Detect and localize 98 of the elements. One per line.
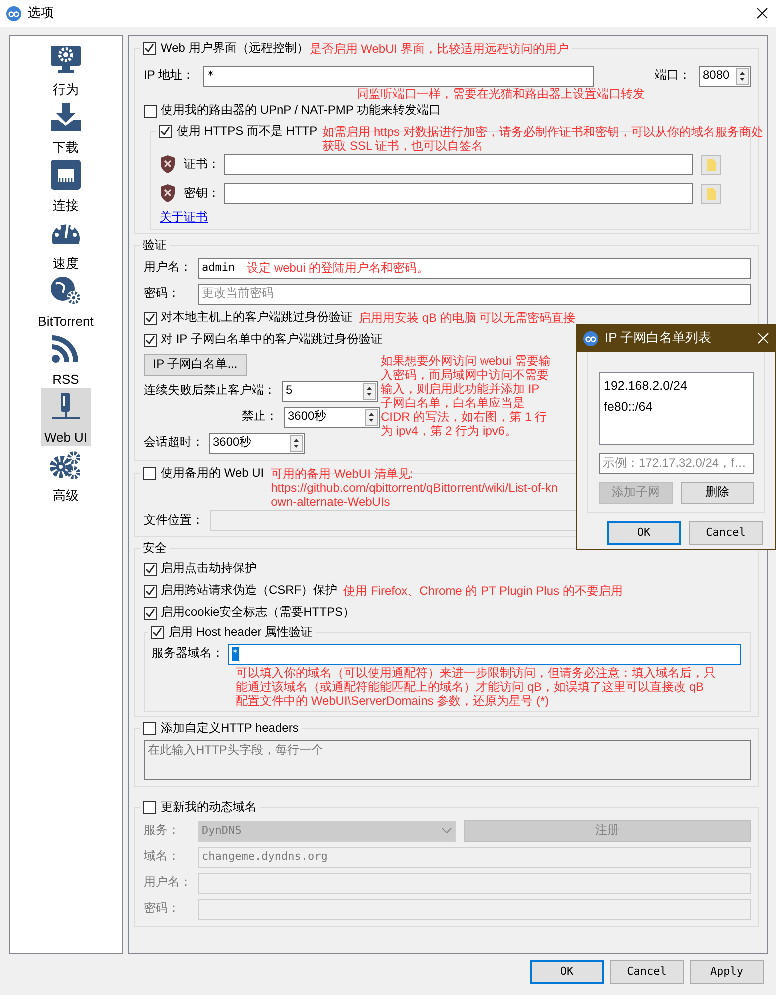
sidebar-item[interactable]: Web UI [41, 388, 91, 446]
sidebar-item[interactable]: 下载 [41, 98, 91, 156]
spin-arrows-icon[interactable] [736, 68, 749, 84]
caret-icon [442, 828, 452, 834]
annotation-note: 可用的备用 WebUI 清单见: https://github.com/qbittorrent/qBittorrent/wiki/List-of-known-alternate-WebUIs [271, 466, 559, 508]
field-label: 连续失败后禁止客户端： [144, 383, 276, 399]
checkbox[interactable] [143, 467, 156, 480]
sidebar-item[interactable]: 速度 [41, 214, 91, 272]
checkbox[interactable] [144, 312, 157, 324]
field-label: 证书： [184, 156, 220, 172]
checkbox[interactable] [143, 801, 156, 814]
checkbox-label: 对本地主机上的客户端跳过身份验证 [161, 310, 353, 326]
field-label: 密码： [144, 286, 181, 302]
shield-icon [160, 184, 176, 203]
checkbox[interactable] [159, 125, 172, 138]
checkbox[interactable] [144, 562, 157, 576]
spin-arrows-icon[interactable] [363, 382, 376, 400]
list-item[interactable]: 192.168.2.0/24 [604, 376, 749, 397]
checkbox[interactable] [144, 104, 157, 118]
field-label: 用户名： [144, 260, 193, 276]
download-icon [50, 102, 82, 132]
whitelist-button[interactable]: IP 子网白名单... [144, 354, 247, 376]
sidebar-item[interactable]: 行为 [41, 40, 91, 98]
app-icon [6, 6, 22, 22]
close-icon[interactable] [757, 8, 768, 19]
dialog-button[interactable]: Cancel [689, 521, 763, 545]
checkbox-label: 添加自定义HTTP headers [161, 720, 299, 736]
checkbox-label: 启用cookie安全标志（需要HTTPS） [161, 605, 356, 621]
globe-gear-icon [50, 276, 82, 306]
annotation-note: 如需启用 https 对数据进行加密，请务必制作证书和密钥，可以从你的域名服务商处获取 SSL 证书，也可以自签名 [322, 124, 764, 152]
spin-box[interactable]: 3600秒 [284, 406, 380, 428]
field-label: 会话超时： [144, 435, 204, 451]
annotation-note: 使用 Firefox、Chrome 的 PT Plugin Plus 的不要启用 [344, 584, 623, 598]
link[interactable]: 关于证书 [160, 210, 208, 226]
spin-arrows-icon[interactable] [365, 408, 378, 426]
field-label: 服务： [144, 823, 181, 839]
checkbox-label: 对 IP 子网白名单中的客户端跳过身份验证 [161, 332, 383, 348]
checkbox-label: Web 用户界面（远程控制） [161, 40, 309, 56]
annotation-note: 可以填入你的域名（可以使用通配符）来进一步限制访问，但请务必注意：填入域名后，只能通过该域名（或通配符能能匹配上的域名）才能访问 qB，如误填了这里可以直接改 qB 配置文件中的 WebUI\ServerDomains 参数，还原为星号 (*) [236, 666, 716, 708]
shield-icon [160, 155, 176, 174]
spin-box[interactable]: 5 [282, 380, 378, 402]
gears-icon [50, 450, 82, 480]
sidebar-item[interactable]: 高级 [41, 446, 91, 504]
checkbox-label: 启用 Host header 属性验证 [169, 624, 314, 640]
spin-box[interactable]: 3600秒 [209, 432, 305, 454]
dialog-button[interactable]: Cancel [610, 960, 684, 984]
window-title: 选项 [28, 5, 54, 22]
checkbox[interactable] [143, 722, 156, 735]
spin-box[interactable]: 8080 [699, 66, 751, 86]
usb-stick-icon [50, 392, 82, 422]
ip-address-field[interactable]: * [203, 66, 594, 86]
annotation-note: 同监听端口一样，需要在光猫和路由器上设置端口转发 [357, 87, 645, 101]
field-label: IP 地址： [144, 68, 194, 84]
certificate-field[interactable] [224, 154, 693, 175]
checkbox-label: 更新我的动态域名 [161, 800, 257, 816]
dialog-button[interactable]: OK [607, 521, 681, 545]
field-label: 域名： [144, 849, 181, 865]
field-label: 文件位置： [144, 512, 205, 528]
password-field[interactable] [198, 898, 751, 920]
dialog-button[interactable]: Apply [690, 960, 764, 984]
annotation-note: 启用用安装 qB 的电脑 可以无需密码直接 [359, 311, 576, 325]
delete-button[interactable]: 删除 [680, 482, 754, 504]
field-label: 密码： [144, 901, 181, 917]
checkbox[interactable] [144, 584, 157, 598]
dialog-title: IP 子网白名单列表 [605, 330, 712, 347]
field-label: 用户名： [144, 875, 193, 891]
username-field[interactable] [198, 872, 751, 894]
sidebar-item[interactable]: 连接 [41, 156, 91, 214]
annotation-note: 是否启用 WebUI 界面，比较适用远程访问的用户 [310, 42, 569, 56]
group-title: 验证 [143, 238, 167, 254]
annotation-note: 设定 webui 的登陆用户名和密码。 [247, 261, 430, 275]
field-label: 密钥： [184, 186, 220, 202]
checkbox-label: 使用备用的 Web UI [161, 466, 264, 482]
checkbox[interactable] [143, 42, 156, 55]
checkbox-label: 启用跨站请求伪造（CSRF）保护 [161, 583, 338, 599]
field-label: 端口： [655, 68, 691, 84]
app-icon [583, 330, 599, 346]
sidebar-item[interactable]: RSS [41, 330, 91, 388]
checkbox[interactable] [144, 334, 157, 346]
checkbox-label: 使用 HTTPS 而不是 HTTP [177, 124, 318, 140]
network-port-icon [50, 160, 82, 190]
monitor-gear-icon [50, 44, 82, 74]
checkbox-label: 使用我的路由器的 UPnP / NAT-PMP 功能来转发端口 [161, 103, 442, 119]
checkbox[interactable] [144, 606, 157, 620]
key-field[interactable] [224, 183, 693, 204]
list-item[interactable]: fe80::/64 [604, 397, 749, 418]
sidebar-item[interactable]: BitTorrent [36, 272, 96, 330]
annotation-note: 如果想要外网访问 webui 需要输入密码，而局域网中访问不需要输入，则启用此功能并添加 IP 子网白名单，白名单应当是 CIDR 的写法，如右图，第 1 行为 ipv4，第 2 行为 ipv6。 [381, 354, 552, 438]
checkbox[interactable] [151, 626, 164, 639]
group-title: 安全 [143, 540, 167, 556]
checkbox-label: 启用点击劫持保护 [161, 561, 257, 577]
dialog-button[interactable]: OK [530, 960, 604, 984]
field-label: 服务器域名： [152, 646, 224, 662]
server-domains-field[interactable]: * [228, 644, 741, 664]
spin-arrows-icon[interactable] [290, 434, 303, 452]
username-field[interactable]: admin 设定 webui 的登陆用户名和密码。 [198, 258, 751, 278]
field-label: 禁止： [241, 409, 278, 425]
domain-field[interactable]: changeme.dyndns.org [198, 846, 751, 868]
